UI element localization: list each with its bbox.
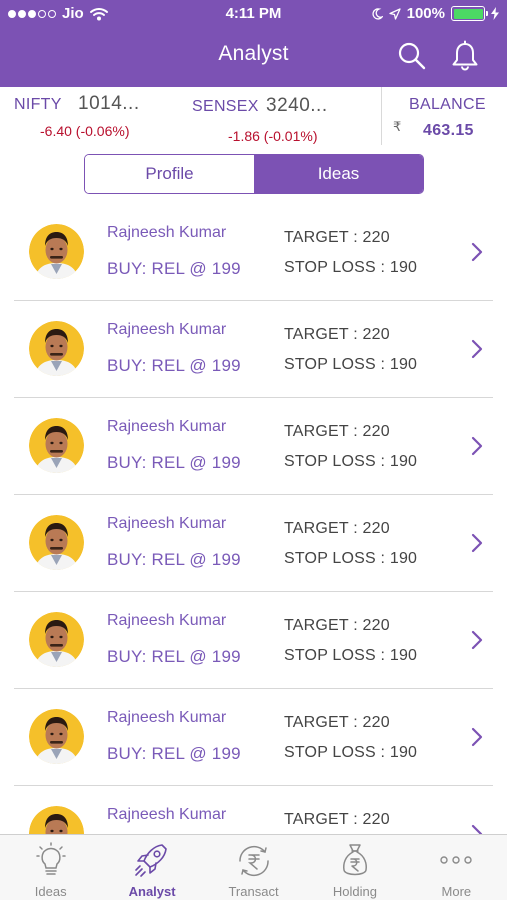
tab-label: Analyst (128, 884, 176, 899)
location-arrow-icon (388, 7, 401, 20)
chevron-right-icon (471, 727, 483, 747)
analyst-avatar (29, 224, 84, 279)
buy-call: BUY: REL @ 199 (107, 550, 241, 569)
tab-ideas[interactable]: Ideas (254, 155, 423, 193)
analyst-avatar (29, 806, 84, 834)
idea-row[interactable]: Rajneesh Kumar BUY: REL @ 199 TARGET : 2… (0, 398, 507, 495)
battery-icon (451, 6, 488, 21)
bottom-tab-bar: Ideas Analyst Transact Holding More (0, 834, 507, 900)
analyst-name: Rajneesh Kumar (107, 515, 227, 532)
analyst-avatar (29, 321, 84, 376)
buy-call: BUY: REL @ 199 (107, 356, 241, 375)
page-title: Analyst (218, 42, 289, 65)
status-bar: Jio 4:11 PM 100% (0, 0, 507, 30)
buy-call: BUY: REL @ 199 (107, 453, 241, 472)
tab-label: More (441, 884, 472, 899)
rupee-exchange-icon (238, 845, 269, 877)
analyst-name: Rajneesh Kumar (107, 709, 227, 726)
tab-label: Ideas (34, 884, 67, 899)
bell-icon[interactable] (449, 40, 481, 72)
target-value: TARGET : 220 (284, 617, 390, 634)
search-icon[interactable] (396, 40, 428, 72)
analyst-avatar (29, 418, 84, 473)
tab-label: Holding (332, 884, 377, 899)
ticker-divider (381, 87, 382, 145)
analyst-name: Rajneesh Kumar (107, 418, 227, 435)
ideas-list: Rajneesh Kumar BUY: REL @ 199 TARGET : 2… (0, 204, 507, 834)
analyst-name: Rajneesh Kumar (107, 321, 227, 338)
analyst-avatar (29, 612, 84, 667)
balance-value: 463.15 (423, 122, 474, 139)
tab-more-nav[interactable]: More (406, 835, 507, 900)
nifty-value: 1014... (78, 93, 140, 114)
analyst-name: Rajneesh Kumar (107, 806, 227, 823)
market-ticker: NIFTY 1014... -6.40 (-0.06%) SENSEX 3240… (0, 87, 507, 145)
buy-call: BUY: REL @ 199 (107, 647, 241, 666)
battery-percent: 100% (406, 5, 445, 22)
sensex-label: SENSEX (192, 98, 259, 115)
idea-row[interactable]: Rajneesh Kumar BUY: REL @ 199 TARGET : 2… (0, 204, 507, 301)
sensex-change: -1.86 (-0.01%) (228, 128, 318, 144)
stop-loss-value: STOP LOSS : 190 (284, 647, 418, 664)
target-value: TARGET : 220 (284, 520, 390, 537)
stop-loss-value: STOP LOSS : 190 (284, 356, 418, 373)
target-value: TARGET : 220 (284, 326, 390, 343)
app-header: Jio 4:11 PM 100% Analyst (0, 0, 507, 87)
more-icon (440, 856, 473, 864)
buy-call: BUY: REL @ 199 (107, 259, 241, 278)
target-value: TARGET : 220 (284, 811, 390, 828)
nifty-label: NIFTY (14, 96, 62, 113)
chevron-right-icon (471, 242, 483, 262)
tab-analyst-nav[interactable]: Analyst (101, 835, 202, 900)
target-value: TARGET : 220 (284, 229, 390, 246)
buy-call: BUY: REL @ 199 (107, 744, 241, 763)
analyst-avatar (29, 709, 84, 764)
target-value: TARGET : 220 (284, 423, 390, 440)
idea-row[interactable]: Rajneesh Kumar BUY: REL @ 199 TARGET : 2… (0, 689, 507, 786)
stop-loss-value: STOP LOSS : 190 (284, 744, 418, 761)
status-right: 100% (371, 5, 499, 22)
profile-ideas-segment: Profile Ideas (84, 154, 424, 194)
chevron-right-icon (471, 436, 483, 456)
analyst-avatar (29, 515, 84, 570)
rocket-icon (135, 844, 167, 877)
target-value: TARGET : 220 (284, 714, 390, 731)
stop-loss-value: STOP LOSS : 190 (284, 453, 418, 470)
chevron-right-icon (471, 630, 483, 650)
nifty-change: -6.40 (-0.06%) (40, 123, 130, 139)
sensex-value: 3240... (266, 95, 328, 116)
tab-label: Transact (228, 884, 279, 899)
idea-row[interactable]: Rajneesh Kumar BUY: REL @ 199 TARGET : 2… (0, 301, 507, 398)
money-bag-icon (342, 844, 367, 876)
analyst-name: Rajneesh Kumar (107, 612, 227, 629)
tab-holding-nav[interactable]: Holding (304, 835, 405, 900)
stop-loss-value: STOP LOSS : 190 (284, 550, 418, 567)
idea-row[interactable]: Rajneesh Kumar BUY: REL @ 199 TARGET : 2… (0, 495, 507, 592)
stop-loss-value: STOP LOSS : 190 (284, 259, 418, 276)
chevron-right-icon (471, 533, 483, 553)
tab-profile[interactable]: Profile (85, 155, 254, 193)
analyst-name: Rajneesh Kumar (107, 224, 227, 241)
moon-icon (372, 7, 383, 20)
idea-row[interactable]: Rajneesh Kumar BUY: REL @ 199 TARGET : 2… (0, 786, 507, 834)
tab-ideas-nav[interactable]: Ideas (0, 835, 101, 900)
idea-row[interactable]: Rajneesh Kumar BUY: REL @ 199 TARGET : 2… (0, 592, 507, 689)
tab-transact-nav[interactable]: Transact (203, 835, 304, 900)
charging-icon (491, 7, 499, 20)
chevron-right-icon (471, 824, 483, 834)
balance-label: BALANCE (409, 96, 486, 113)
chevron-right-icon (471, 339, 483, 359)
bulb-icon (35, 842, 66, 875)
rupee-icon: ₹ (393, 119, 402, 134)
